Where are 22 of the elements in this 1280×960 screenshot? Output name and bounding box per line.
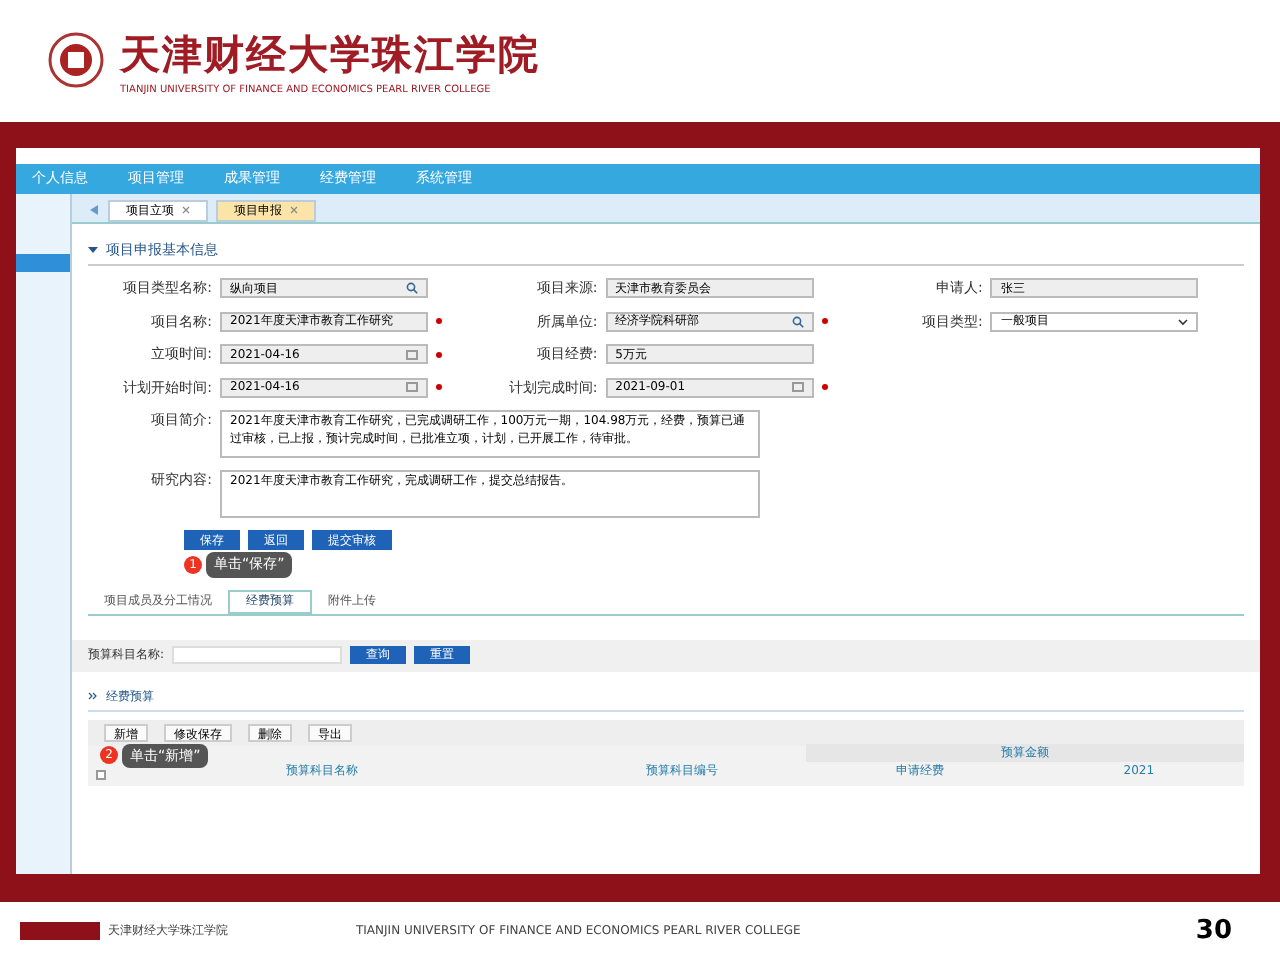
back-arrow-icon[interactable] [88,203,100,216]
page-number: 30 [1195,913,1232,950]
close-icon[interactable] [182,206,190,215]
calendar-icon[interactable] [791,382,804,393]
calendar-icon[interactable] [406,349,418,360]
required-mark [436,384,442,391]
calendar-icon[interactable] [406,382,418,393]
search-field[interactable] [172,646,343,665]
search-icon[interactable] [406,282,418,295]
sidebar-item[interactable] [16,253,70,272]
required-mark [436,351,442,358]
required-mark [821,318,828,325]
search-icon[interactable] [791,315,804,328]
caret-icon[interactable] [1178,317,1189,326]
close-icon[interactable] [290,206,298,215]
required-mark [436,318,442,325]
required-mark [821,384,828,391]
school-title: 天津财经大学珠江学院 [120,27,540,82]
checkbox[interactable] [96,769,106,780]
collapse-icon[interactable] [88,245,98,254]
expand-icon[interactable] [88,692,98,701]
school-emblem-icon [48,32,104,89]
